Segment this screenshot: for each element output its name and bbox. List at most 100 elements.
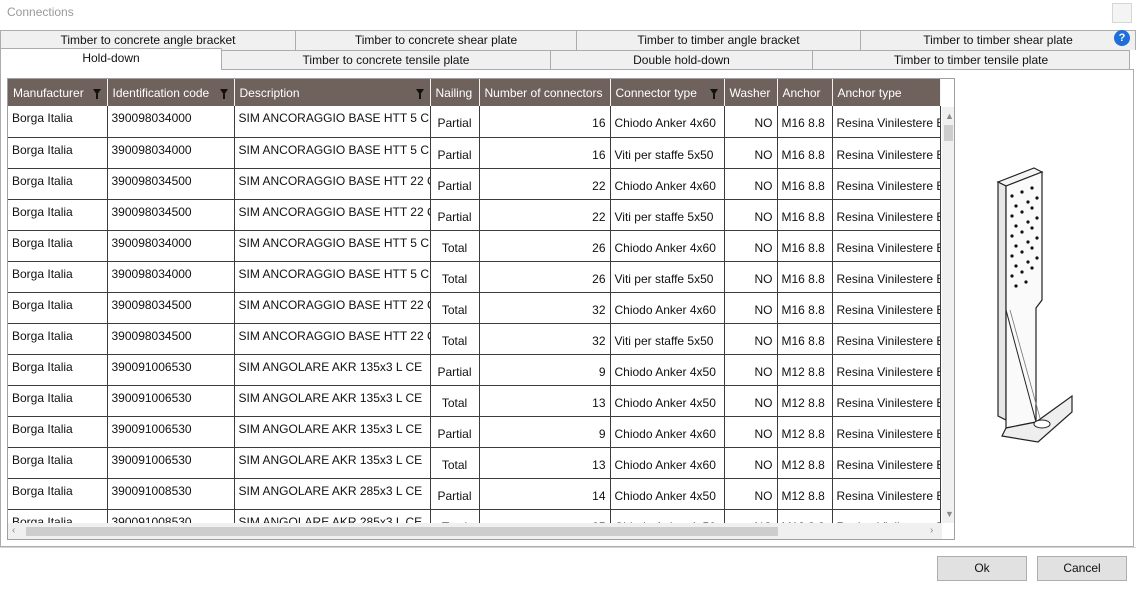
table-cell: 32 [479,323,611,355]
table-cell: Borga Italia [8,385,108,417]
grid-header-row: Manufacturer Identification code Descripti… [8,79,941,106]
tab-timber-to-timber-angle-bracket[interactable]: Timber to timber angle bracket [576,30,861,50]
scroll-down-icon[interactable]: ▼ [945,509,954,519]
table-cell: 13 [479,447,611,479]
column-header[interactable]: Anchor [777,79,833,106]
table-cell: M16 8.8 [777,230,833,262]
table-row[interactable]: Borga Italia 390098034500 SIM ANCORAGGIO B… [8,168,941,200]
horizontal-scrollbar[interactable]: ‹ › [8,523,942,539]
table-cell: M16 8.8 [777,261,833,293]
table-row[interactable]: Borga Italia 390098034000 SIM ANCORAGGIO B… [8,230,941,262]
column-header[interactable]: Nailing [430,79,480,106]
table-cell: 26 [479,230,611,262]
table-cell: M12 8.8 [777,385,833,417]
scroll-left-icon[interactable]: ‹ [12,525,15,536]
scroll-up-icon[interactable]: ▲ [945,111,954,121]
table-cell: M16 8.8 [777,137,833,169]
ok-button[interactable]: Ok [937,556,1027,581]
filter-icon[interactable] [415,89,424,99]
filter-icon[interactable] [219,89,228,99]
table-cell: Resina Vinilestere E [832,106,941,138]
table-cell: Total [430,261,480,293]
table-cell: Chiodo Anker 4x50 [610,478,725,510]
table-cell: 32 [479,292,611,324]
hold-down-preview-image [990,160,1080,450]
column-header[interactable]: Identification code [107,79,235,106]
table-cell: Resina Vinilestere E [832,416,941,448]
table-cell: 390098034000 [107,230,235,262]
table-cell: 26 [479,261,611,293]
table-cell: 16 [479,106,611,138]
table-cell: Chiodo Anker 4x50 [610,385,725,417]
table-cell: M12 8.8 [777,447,833,479]
connections-grid[interactable]: Manufacturer Identification code Descripti… [7,78,955,540]
column-header[interactable]: Washer [724,79,778,106]
horizontal-scroll-thumb[interactable] [26,527,778,536]
tab-timber-to-timber-shear-plate[interactable]: Timber to timber shear plate [860,30,1136,50]
filter-icon[interactable] [709,89,718,99]
column-header-label: Nailing [435,85,473,100]
table-cell: Chiodo Anker 4x50 [610,354,725,386]
table-cell: 390091006530 [107,354,235,386]
table-cell: Borga Italia [8,137,108,169]
table-row[interactable]: Borga Italia 390091008530 SIM ANGOLARE AKR… [8,478,941,510]
table-cell: NO [724,292,778,324]
column-header[interactable]: Number of connectors [479,79,611,106]
column-header-label: Connector type [615,85,697,100]
table-row[interactable]: Borga Italia 390098034500 SIM ANCORAGGIO B… [8,292,941,324]
table-cell: Resina Vinilestere E [832,385,941,417]
table-cell: 22 [479,168,611,200]
table-row[interactable]: Borga Italia 390098034500 SIM ANCORAGGIO B… [8,323,941,355]
column-header[interactable]: Anchor type [832,79,941,106]
column-header-label: Anchor type [837,85,902,100]
table-cell: NO [724,230,778,262]
table-row[interactable]: Borga Italia 390098034000 SIM ANCORAGGIO B… [8,106,941,138]
table-cell: Viti per staffe 5x50 [610,261,725,293]
connections-table: Manufacturer Identification code Descripti… [8,79,941,523]
tab-timber-to-concrete-shear-plate[interactable]: Timber to concrete shear plate [295,30,577,50]
table-row[interactable]: Borga Italia 390091006530 SIM ANGOLARE AKR… [8,447,941,479]
table-cell: M16 8.8 [777,323,833,355]
table-row[interactable]: Borga Italia 390091006530 SIM ANGOLARE AKR… [8,354,941,386]
table-cell: Total [430,385,480,417]
table-cell: Total [430,447,480,479]
column-header-label: Identification code [112,85,210,100]
vertical-scroll-thumb[interactable] [944,125,953,141]
scroll-right-icon[interactable]: › [930,525,933,536]
table-cell: Resina Vinilestere E [832,509,941,523]
tab-hold-down[interactable]: Hold-down [0,48,222,70]
table-row[interactable]: Borga Italia 390091006530 SIM ANGOLARE AKR… [8,385,941,417]
table-row[interactable]: Borga Italia 390091008530 SIM ANGOLARE AKR… [8,509,941,523]
tab-timber-to-concrete-tensile-plate[interactable]: Timber to concrete tensile plate [221,50,551,70]
filter-icon[interactable] [92,89,101,99]
tab-timber-to-concrete-angle-bracket[interactable]: Timber to concrete angle bracket [0,30,296,50]
column-header[interactable]: Connector type [610,79,725,106]
table-cell: M16 8.8 [777,168,833,200]
tab-double-hold-down[interactable]: Double hold-down [550,50,813,70]
table-cell: Chiodo Anker 4x60 [610,416,725,448]
table-row[interactable]: Borga Italia 390091006530 SIM ANGOLARE AKR… [8,416,941,448]
close-button[interactable] [1112,3,1132,23]
table-cell: Borga Italia [8,416,108,448]
table-cell: SIM ANGOLARE AKR 285x3 L CE [234,478,431,510]
table-row[interactable]: Borga Italia 390098034000 SIM ANCORAGGIO B… [8,261,941,293]
table-row[interactable]: Borga Italia 390098034500 SIM ANCORAGGIO B… [8,199,941,231]
vertical-scrollbar[interactable]: ▲ ▼ [942,107,954,523]
tab-timber-to-timber-tensile-plate[interactable]: Timber to timber tensile plate [812,50,1130,70]
window-title: Connections [7,5,74,19]
table-cell: Resina Vinilestere E [832,199,941,231]
table-row[interactable]: Borga Italia 390098034000 SIM ANCORAGGIO B… [8,137,941,169]
column-header[interactable]: Description [234,79,431,106]
cancel-button[interactable]: Cancel [1037,556,1127,581]
table-cell: Borga Italia [8,199,108,231]
table-cell: NO [724,106,778,138]
column-header-label: Manufacturer [13,85,84,100]
table-cell: NO [724,354,778,386]
table-cell: Resina Vinilestere E [832,323,941,355]
help-icon[interactable]: ? [1114,30,1130,46]
column-header[interactable]: Manufacturer [8,79,108,106]
table-cell: Borga Italia [8,478,108,510]
table-cell: SIM ANCORAGGIO BASE HTT 22 CE [234,323,431,355]
table-cell: Chiodo Anker 4x60 [610,447,725,479]
table-cell: SIM ANCORAGGIO BASE HTT 22 CE [234,292,431,324]
